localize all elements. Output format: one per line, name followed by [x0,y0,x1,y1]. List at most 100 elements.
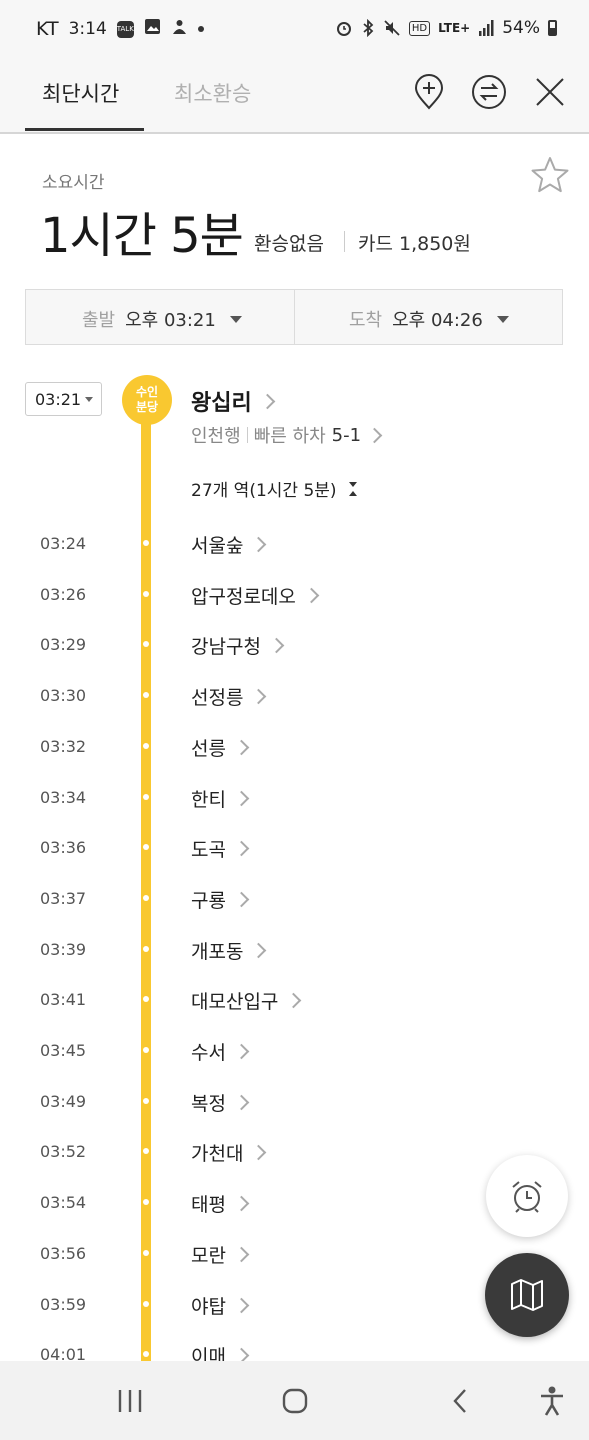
line-badge-top: 수인 [135,385,159,399]
stop-dot [143,1199,149,1205]
stop-row: 03:37 구룡 [0,879,589,919]
depart-time-selector[interactable]: 출발 오후 03:21 [82,306,242,332]
stop-station[interactable]: 야탑 [191,1292,250,1319]
route-header: 최단시간 최소환승 [0,62,589,134]
stop-station[interactable]: 구룡 [191,886,250,913]
accessibility-button[interactable] [532,1381,572,1421]
battery-percent: 54% [502,18,540,38]
stop-station[interactable]: 한티 [191,785,250,812]
stop-time: 03:56 [40,1244,87,1263]
stop-station-name: 서울숲 [191,535,244,557]
tab-fewest-transfers[interactable]: 최소환승 [174,78,251,108]
tab-shortest-time[interactable]: 최단시간 [42,78,119,108]
stop-time: 03:34 [40,788,87,807]
stop-time: 03:36 [40,838,87,857]
stop-station[interactable]: 선릉 [191,734,250,761]
battery-icon [548,20,557,36]
stop-station[interactable]: 가천대 [191,1139,267,1166]
close-button[interactable] [530,72,570,112]
accessibility-icon [541,1386,563,1416]
stop-row: 03:32 선릉 [0,727,589,767]
chevron-right-icon [259,393,276,409]
stations-expand-toggle[interactable]: 27개 역(1시간 5분) [191,476,359,501]
add-pin-button[interactable] [409,72,449,112]
notification-icon [171,18,188,40]
status-left: KT 3:14 TALK [36,18,204,40]
line-badge: 수인 분당 [122,375,172,425]
stop-station[interactable]: 복정 [191,1089,250,1116]
stop-station[interactable]: 수서 [191,1038,250,1065]
departure-time-dropdown[interactable]: 03:21 [25,382,102,416]
stop-time: 03:59 [40,1295,87,1314]
stop-station[interactable]: 모란 [191,1241,250,1268]
signal-icon [478,20,494,36]
chevron-right-icon[interactable] [366,427,383,443]
stop-row: 03:36 도곡 [0,828,589,868]
stop-station[interactable]: 개포동 [191,937,267,964]
chevron-down-icon [496,315,509,323]
stations-summary: 27개 역(1시간 5분) [191,481,337,501]
origin-station-name: 왕십리 [191,391,252,416]
alarm-clock-icon [512,1181,542,1213]
stop-station[interactable]: 압구정로데오 [191,582,320,609]
stop-station-name: 대모산입구 [191,991,279,1013]
mute-icon [383,19,401,37]
depart-arrive-box: 출발 오후 03:21 도착 오후 04:26 [25,289,563,345]
stop-dot [143,591,149,597]
stop-dot [143,996,149,1002]
more-notifications-dot [197,26,204,32]
stop-station[interactable]: 대모산입구 [191,987,302,1014]
alarm-button[interactable] [486,1155,568,1237]
chevron-down-icon [85,396,94,402]
chevron-right-icon [233,1246,250,1263]
stop-dot [143,895,149,901]
stop-dot [143,844,149,850]
fast-exit-label: 빠른 하차 [253,426,326,447]
map-view-button[interactable] [485,1253,569,1337]
stop-station-name: 구룡 [191,890,226,912]
image-icon [144,18,161,40]
stop-station[interactable]: 도곡 [191,835,250,862]
stop-dot [143,1148,149,1154]
stop-row: 03:26 압구정로데오 [0,575,589,615]
stop-time: 03:54 [40,1193,87,1212]
origin-info: 인천행 빠른 하차 5-1 [191,422,383,448]
chevron-right-icon [233,790,250,807]
swap-button[interactable] [469,72,509,112]
lte-icon: LTE+ [438,21,471,35]
stop-time: 03:52 [40,1142,87,1161]
home-icon [282,1388,308,1414]
stop-station-name: 강남구청 [191,636,261,658]
alarm-icon [335,19,353,37]
favorite-button[interactable] [530,155,570,195]
arrive-time-selector[interactable]: 도착 오후 04:26 [349,306,509,332]
origin-station[interactable]: 왕십리 [191,385,276,417]
duration-label: 소요시간 [42,173,105,193]
stop-station[interactable]: 서울숲 [191,531,267,558]
info-divider [246,427,248,443]
stop-station-name: 모란 [191,1245,226,1267]
stop-station[interactable]: 태평 [191,1190,250,1217]
summary-divider [344,231,345,252]
close-icon [536,78,564,106]
stop-station[interactable]: 선정릉 [191,683,267,710]
stop-station-name: 야탑 [191,1296,226,1318]
stop-time: 03:29 [40,635,87,654]
stop-station-name: 수서 [191,1042,226,1064]
chevron-down-icon [229,315,242,323]
chevron-right-icon [251,536,267,553]
stop-station-name: 선릉 [191,738,226,760]
recent-apps-button[interactable] [110,1381,150,1421]
stop-time: 03:30 [40,686,87,705]
stop-dot [143,1351,149,1357]
home-button[interactable] [275,1381,315,1421]
chevron-right-icon [233,1094,250,1111]
back-button[interactable] [440,1381,480,1421]
chevron-right-icon [251,942,267,959]
stop-station-name: 도곡 [191,839,226,861]
total-duration: 1시간 5분 [40,208,244,264]
stop-station-name: 압구정로데오 [191,586,296,608]
stop-station[interactable]: 강남구청 [191,632,285,659]
stop-row: 03:24 서울숲 [0,524,589,564]
stop-station-name: 가천대 [191,1143,244,1165]
